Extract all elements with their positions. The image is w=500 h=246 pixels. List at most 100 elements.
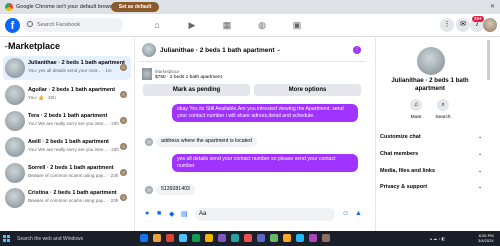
conversation-preview: You: yes all details send your cont... ·… — [28, 68, 112, 73]
gaming-icon[interactable]: ▣ — [290, 18, 304, 32]
close-icon[interactable]: ✕ — [490, 3, 495, 10]
conversation-preview: You: We are really sorry are you inter..… — [28, 121, 119, 126]
app-icon[interactable] — [231, 234, 239, 242]
search-icon[interactable]: ⌕ — [437, 99, 449, 111]
message-outgoing: okay Yes its Still Available,Are you int… — [172, 104, 358, 122]
chat-members-row[interactable]: Chat members — [380, 151, 480, 157]
customize-chat-row[interactable]: Customize chat — [380, 134, 480, 140]
taskview-icon[interactable] — [140, 234, 148, 242]
message-outgoing: yes all details send your contact number… — [172, 154, 358, 172]
page-title: Marketplace — [8, 41, 61, 51]
groups-icon[interactable]: ◍ — [255, 18, 269, 32]
conversation-title: Aguilar · 2 beds 1 bath apartment — [28, 87, 116, 93]
app-icon[interactable] — [218, 234, 226, 242]
system-tray-icons[interactable]: ▴ ☁ ♪ ◧ — [430, 236, 445, 241]
message-incoming: 5139281403 — [156, 184, 195, 195]
taskbar-search[interactable]: Search the web and Windows — [17, 236, 83, 242]
app-icon[interactable] — [296, 234, 304, 242]
conversation-item[interactable]: Awill · 2 beds 1 bath apartment You: We … — [3, 135, 131, 159]
chevron-down-icon[interactable]: ⌄ — [478, 151, 482, 157]
search-input[interactable]: Search Facebook — [23, 18, 123, 32]
conversation-item[interactable]: Tera · 2 beds 1 bath apartment You: We a… — [3, 109, 131, 133]
conversation-title: Sorrell · 2 beds 1 bath apartment — [28, 165, 114, 171]
app-icon[interactable] — [322, 234, 330, 242]
microphone-icon[interactable]: ● — [145, 210, 149, 217]
chrome-logo-icon — [5, 3, 13, 11]
taskbar-clock[interactable]: 8:26 PM 3/4/2024 — [478, 233, 494, 243]
buyer-avatar — [120, 117, 127, 124]
profile-name: Julianithae · 2 beds 1 bath apartment — [391, 77, 469, 92]
conversation-preview: Beware of common scams using pay... · 23… — [28, 198, 119, 203]
more-options-button[interactable]: More options — [254, 84, 361, 96]
buyer-avatar — [120, 194, 127, 201]
conversation-item[interactable]: Cristina · 2 beds 1 bath apartment Bewar… — [3, 186, 131, 210]
menu-grid-icon[interactable]: ⋮ — [440, 18, 454, 32]
privacy-support-row[interactable]: Privacy & support — [380, 184, 480, 190]
windows-start-icon[interactable] — [3, 235, 10, 242]
app-icon[interactable] — [257, 234, 265, 242]
conversation-item[interactable]: Julianithae · 2 beds 1 bath apartment Yo… — [3, 56, 131, 80]
mute-label: Mute — [410, 115, 422, 120]
app-icon[interactable] — [270, 234, 278, 242]
sender-avatar — [145, 138, 153, 146]
listing-detail[interactable]: $750 · 2 beds 1 bath apartment — [155, 75, 222, 80]
set-default-button[interactable]: Set as default — [111, 2, 159, 12]
app-icon[interactable] — [205, 234, 213, 242]
file-explorer-icon[interactable] — [153, 234, 161, 242]
app-icon[interactable] — [283, 234, 291, 242]
conversation-item[interactable]: Aguilar · 2 beds 1 bath apartment You: 👍… — [3, 83, 131, 107]
chevron-down-icon[interactable]: ⌄ — [478, 134, 482, 140]
messenger-icon[interactable]: ✉ — [456, 18, 470, 32]
chat-title[interactable]: Julianithae · 2 beds 1 bath apartment — [160, 47, 275, 54]
app-icon[interactable] — [192, 234, 200, 242]
media-files-row[interactable]: Media, files and links — [380, 168, 480, 174]
emoji-icon[interactable]: ☺ — [342, 210, 349, 217]
chevron-down-icon[interactable]: ⌄ — [478, 184, 482, 190]
message-input[interactable]: Aa — [195, 208, 335, 221]
mark-pending-button[interactable]: Mark as pending — [143, 84, 250, 96]
account-avatar[interactable] — [483, 18, 497, 32]
conversation-title: Cristina · 2 beds 1 bath apartment — [28, 190, 117, 196]
default-browser-bar: Google Chrome isn't your default browser… — [0, 0, 500, 14]
conversation-preview: Beware of common scams using pay... · 23… — [28, 173, 119, 178]
search-icon — [27, 21, 33, 27]
sticker-icon[interactable]: ◆ — [169, 210, 174, 218]
conversation-item[interactable]: Sorrell · 2 beds 1 bath apartment Beware… — [3, 161, 131, 185]
search-label: Search — [435, 115, 451, 120]
conversation-title: Awill · 2 beds 1 bath apartment — [28, 139, 109, 145]
listing-thumbnail — [5, 58, 25, 78]
listing-thumbnail — [5, 163, 25, 183]
buyer-avatar — [120, 64, 127, 71]
app-icon[interactable] — [244, 234, 252, 242]
profile-avatar[interactable] — [417, 47, 445, 75]
home-icon[interactable]: ⌂ — [150, 18, 164, 32]
buyer-avatar — [120, 143, 127, 150]
listing-thumbnail — [5, 188, 25, 208]
buyer-avatar — [120, 91, 127, 98]
chat-avatar[interactable] — [142, 43, 156, 57]
app-icon[interactable] — [309, 234, 317, 242]
sender-avatar — [145, 186, 153, 194]
chrome-taskbar-icon[interactable] — [166, 234, 174, 242]
listing-label: Marketplace — [155, 69, 180, 74]
default-browser-message: Google Chrome isn't your default browser — [16, 3, 118, 10]
chevron-down-icon[interactable]: ⌄ — [276, 46, 281, 53]
conversation-preview: You: 👍 · 22h — [28, 95, 56, 100]
like-icon[interactable]: ▲ — [355, 210, 362, 217]
scrollbar[interactable] — [487, 40, 490, 80]
edge-icon[interactable] — [179, 234, 187, 242]
bell-icon[interactable]: ♫ — [410, 99, 422, 111]
listing-thumbnail — [5, 85, 25, 105]
date-label: 3/4/2024 — [478, 238, 494, 243]
facebook-logo-icon[interactable]: f — [5, 18, 20, 33]
image-icon[interactable]: ■ — [157, 210, 161, 217]
conversation-title: Julianithae · 2 beds 1 bath apartment — [28, 60, 125, 66]
message-incoming: address where the apartment is located — [156, 136, 257, 147]
gif-icon[interactable]: ▤ — [181, 210, 188, 218]
marketplace-icon[interactable]: ▦ — [220, 18, 234, 32]
chevron-down-icon[interactable]: ⌄ — [478, 168, 482, 174]
video-icon[interactable]: ▶ — [185, 18, 199, 32]
listing-thumbnail — [5, 137, 25, 157]
more-icon[interactable]: ⋮ — [353, 46, 361, 54]
listing-thumbnail — [5, 111, 25, 131]
